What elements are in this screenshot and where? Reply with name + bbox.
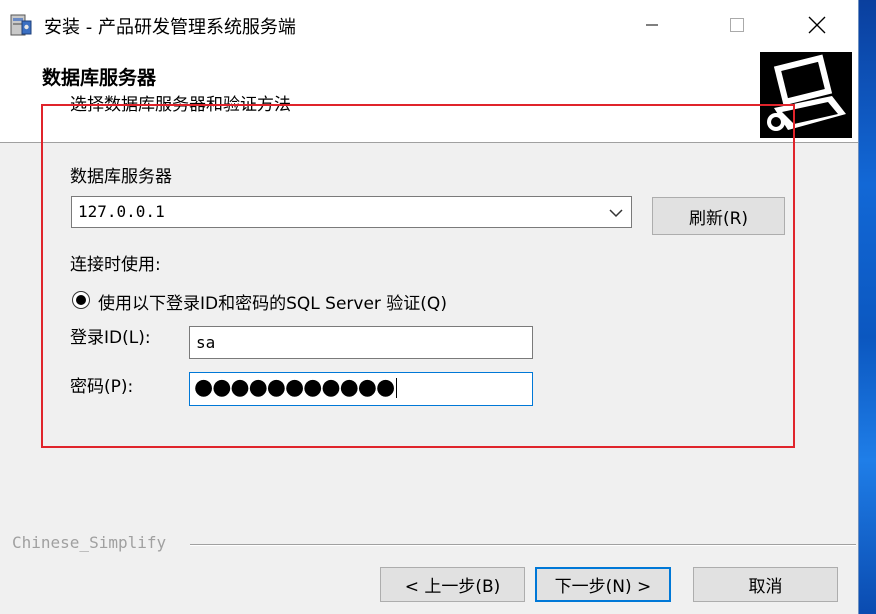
server-value: 127.0.0.1 — [78, 202, 165, 221]
computer-header-icon — [760, 52, 852, 138]
maximize-button[interactable] — [702, 0, 772, 50]
installer-window: 安装 - 产品研发管理系统服务端 数据库服务器 选择数据库服务器和验证方法 数据… — [0, 0, 859, 614]
refresh-button[interactable]: 刷新(R) — [652, 197, 785, 235]
radio-dot — [76, 295, 86, 305]
server-label: 数据库服务器 — [70, 167, 172, 187]
close-button[interactable] — [782, 0, 852, 50]
password-label: 密码(P): — [70, 377, 134, 397]
minimize-button[interactable] — [617, 0, 687, 50]
wizard-header: 数据库服务器 选择数据库服务器和验证方法 — [0, 50, 858, 143]
desktop-background — [858, 0, 876, 614]
chevron-down-icon[interactable] — [609, 207, 623, 219]
footer-divider — [190, 544, 856, 546]
text-caret — [396, 378, 398, 398]
window-title: 安装 - 产品研发管理系统服务端 — [44, 17, 296, 38]
close-icon — [808, 16, 826, 34]
minimize-icon — [646, 24, 658, 26]
cancel-button[interactable]: 取消 — [693, 567, 838, 602]
page-title: 数据库服务器 — [42, 67, 157, 89]
sql-auth-label[interactable]: 使用以下登录ID和密码的SQL Server 验证(Q) — [98, 289, 447, 314]
server-dropdown[interactable]: 127.0.0.1 — [71, 196, 632, 228]
footer-brand: Chinese_Simplify — [12, 533, 167, 552]
title-bar[interactable]: 安装 - 产品研发管理系统服务端 — [0, 0, 858, 50]
login-id-input[interactable]: sa — [189, 326, 533, 359]
maximize-icon — [730, 18, 744, 32]
next-button[interactable]: 下一步(N) > — [535, 567, 671, 602]
installer-app-icon — [8, 12, 34, 38]
password-dots: ●●●●●●●●●●● — [194, 375, 395, 400]
password-mask: ●●●●●●●●●●● — [194, 375, 398, 400]
radio-selected-icon[interactable] — [72, 291, 90, 309]
back-button[interactable]: < 上一步(B) — [380, 567, 525, 602]
login-id-label: 登录ID(L): — [70, 328, 151, 348]
login-id-value: sa — [196, 333, 216, 352]
password-input[interactable]: ●●●●●●●●●●● — [189, 372, 533, 406]
connect-label: 连接时使用: — [70, 255, 161, 275]
page-subtitle: 选择数据库服务器和验证方法 — [70, 95, 291, 115]
